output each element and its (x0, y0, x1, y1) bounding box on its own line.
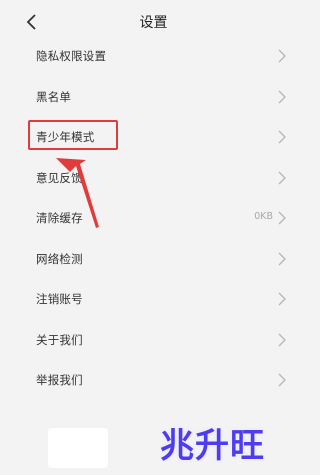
settings-item-blacklist[interactable]: 黑名单 (0, 77, 307, 118)
bottom-card (48, 428, 108, 468)
chevron-right-icon (278, 90, 286, 103)
chevron-right-icon (278, 373, 286, 387)
settings-item-label: 隐私权限设置 (36, 49, 107, 63)
chevron-right-icon (278, 292, 286, 306)
settings-item-label: 黑名单 (36, 89, 72, 104)
settings-item-privacy[interactable]: 隐私权限设置 (0, 36, 307, 77)
chevron-right-icon (278, 211, 286, 225)
settings-item-label: 注销账号 (36, 292, 83, 306)
watermark-logo: 兆升旺 (160, 426, 265, 466)
settings-item-label: 清除缓存 (36, 211, 83, 225)
settings-item-label: 意见反馈 (36, 170, 83, 185)
settings-item-feedback[interactable]: 意见反馈 (0, 158, 307, 199)
page-title: 设置 (139, 15, 168, 31)
settings-item-label: 举报我们 (36, 373, 83, 387)
settings-item-report-us[interactable]: 举报我们 (0, 360, 307, 401)
settings-item-about-us[interactable]: 关于我们 (0, 320, 307, 361)
cache-size-value: 0KB (254, 211, 273, 222)
settings-list: 隐私权限设置 黑名单 青少年模式 意见反馈 清除缓存 0KB 网络检测 注销账号… (0, 36, 307, 401)
chevron-right-icon (278, 333, 286, 346)
settings-item-network-check[interactable]: 网络检测 (0, 239, 307, 280)
chevron-right-icon (278, 252, 286, 265)
settings-item-delete-account[interactable]: 注销账号 (0, 279, 307, 320)
settings-item-label: 关于我们 (36, 332, 83, 347)
settings-item-label: 网络检测 (36, 251, 83, 266)
chevron-right-icon (278, 49, 286, 63)
chevron-right-icon (278, 171, 286, 184)
highlight-box (28, 120, 118, 150)
chevron-right-icon (278, 130, 286, 144)
settings-item-clear-cache[interactable]: 清除缓存 0KB (0, 198, 307, 239)
